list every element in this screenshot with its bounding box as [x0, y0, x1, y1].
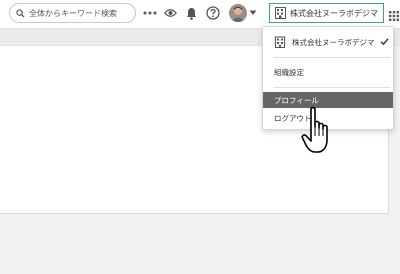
building-icon: [274, 36, 286, 48]
bell-icon[interactable]: [182, 4, 200, 22]
eye-icon[interactable]: [161, 4, 179, 22]
org-switcher-button[interactable]: 株式会社ヌーラボデジマ: [269, 3, 384, 23]
avatar[interactable]: [229, 4, 247, 22]
search-box[interactable]: [9, 3, 136, 23]
chevron-down-icon: [249, 10, 257, 15]
apps-grid-icon[interactable]: [389, 6, 399, 25]
divider: [274, 57, 390, 58]
search-icon: [16, 8, 25, 18]
divider: [274, 87, 390, 88]
search-input[interactable]: [29, 8, 129, 18]
hand-pointer-icon: [300, 106, 340, 160]
org-switcher-label: 株式会社ヌーラボデジマ: [290, 8, 378, 18]
building-icon: [275, 7, 286, 19]
help-icon[interactable]: [204, 4, 222, 22]
more-horizontal-icon[interactable]: [141, 4, 159, 22]
check-icon: [380, 38, 389, 46]
dropdown-org-item[interactable]: 株式会社ヌーラボデジマ: [263, 33, 393, 51]
user-menu[interactable]: [229, 3, 257, 23]
menu-item-org-settings[interactable]: 組織設定: [263, 64, 393, 80]
top-bar: 株式会社ヌーラボデジマ: [0, 0, 400, 28]
dropdown-org-label: 株式会社ヌーラボデジマ: [292, 37, 375, 47]
